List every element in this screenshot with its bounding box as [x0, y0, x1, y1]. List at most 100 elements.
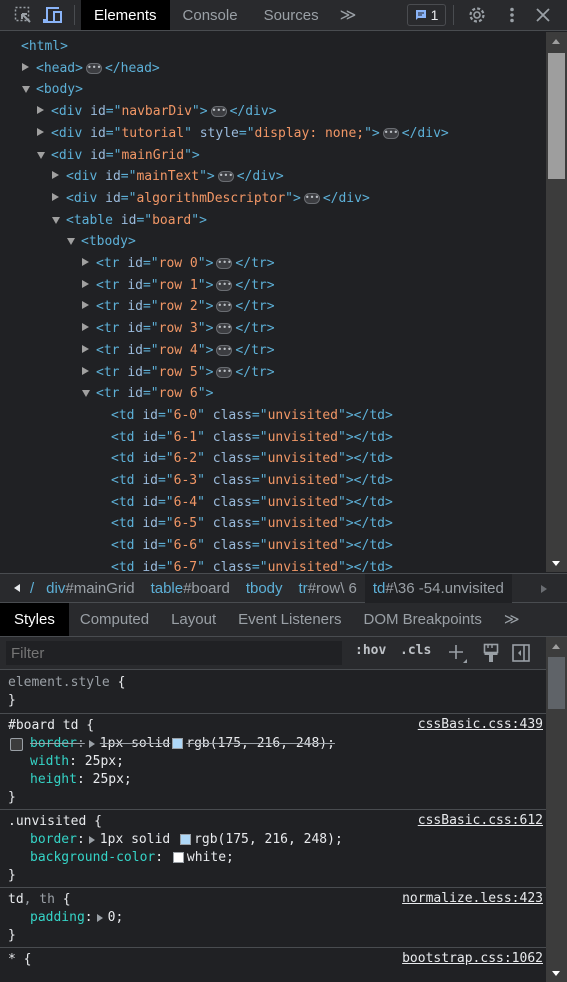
dom-node-line[interactable]: <tr id="row 2"> ••• </tr>: [82, 296, 275, 317]
property-checkbox[interactable]: [10, 738, 23, 751]
scroll-down-arrow-icon[interactable]: [552, 971, 560, 976]
expand-node-icon[interactable]: [82, 258, 89, 266]
ellipsis-expand-icon[interactable]: •••: [382, 127, 399, 139]
ellipsis-expand-icon[interactable]: •••: [216, 258, 233, 269]
color-swatch[interactable]: [172, 852, 184, 863]
source-link[interactable]: cssBasic.css:439: [418, 717, 543, 732]
expand-node-icon[interactable]: [82, 344, 89, 353]
tab-console[interactable]: Console: [170, 0, 251, 30]
expand-shorthand-icon[interactable]: [88, 739, 95, 748]
ellipsis-expand-icon[interactable]: •••: [303, 192, 320, 204]
dom-node-line[interactable]: <td id="6-3" class="unvisited"></td>: [111, 470, 393, 491]
property-border[interactable]: border: 1px solid rgb(175, 216, 248);: [8, 831, 546, 849]
color-swatch[interactable]: [172, 738, 184, 749]
tab-event-listeners[interactable]: Event Listeners: [227, 603, 352, 636]
expand-node-icon[interactable]: [82, 323, 89, 332]
tab-dom-breakpoints[interactable]: DOM Breakpoints: [353, 603, 493, 636]
paint-brush-icon[interactable]: [483, 643, 499, 666]
close-icon[interactable]: [531, 3, 555, 27]
breadcrumb-item-board[interactable]: table#board: [143, 574, 238, 603]
expand-node-icon[interactable]: [37, 127, 44, 136]
dom-node-line[interactable]: <div id="mainText"> ••• </div>: [52, 166, 284, 187]
expand-shorthand-icon[interactable]: [88, 835, 95, 844]
scroll-up-arrow-icon[interactable]: [552, 39, 560, 44]
breadcrumb-scroll-right-icon[interactable]: [541, 585, 547, 593]
breadcrumb-item-maingrid[interactable]: div#mainGrid: [38, 574, 142, 603]
breadcrumb-item-selected-td[interactable]: td#\36 -54.unvisited: [364, 573, 512, 603]
elements-tree[interactable]: <html> <head> ••• </head> <body> <div id="nav…: [0, 32, 546, 572]
dom-node-line[interactable]: <html>: [21, 36, 68, 57]
elements-scrollbar[interactable]: [546, 32, 567, 572]
rule-element-style[interactable]: element.style { }: [0, 670, 546, 714]
breadcrumb-item[interactable]: /: [30, 574, 38, 603]
styles-scrollbar[interactable]: [546, 637, 567, 982]
scrollbar-thumb[interactable]: [548, 53, 565, 179]
breadcrumb-item-row[interactable]: tr#row\ 6: [291, 574, 365, 603]
tab-layout[interactable]: Layout: [160, 603, 227, 636]
dom-node-line[interactable]: <body>: [22, 79, 83, 100]
ellipsis-expand-icon[interactable]: •••: [210, 106, 227, 118]
scroll-up-arrow-icon[interactable]: [552, 644, 560, 649]
ellipsis-expand-icon[interactable]: •••: [217, 171, 234, 183]
ellipsis-expand-icon[interactable]: •••: [216, 301, 233, 313]
breadcrumb-item-tbody[interactable]: tbody: [238, 574, 291, 603]
dom-node-line[interactable]: <td id="6-4" class="unvisited"></td>: [111, 492, 393, 513]
rule-unvisited[interactable]: .unvisited { cssBasic.css:612 border: 1px…: [0, 810, 546, 888]
filter-input[interactable]: [6, 641, 342, 665]
hov-toggle-button[interactable]: :hov: [355, 643, 386, 658]
dom-node-line[interactable]: <td id="6-5" class="unvisited"></td>: [111, 513, 393, 534]
collapse-node-icon[interactable]: [52, 216, 60, 224]
rule-td-th[interactable]: td, th { normalize.less:423 padding: 0; }: [0, 888, 546, 948]
ellipsis-expand-icon[interactable]: •••: [85, 62, 102, 74]
settings-gear-icon[interactable]: [465, 3, 489, 27]
device-toolbar-icon[interactable]: [38, 0, 68, 30]
dom-node-line[interactable]: <div id="tutorial" style="display: none;…: [37, 123, 449, 144]
property-height[interactable]: height: 25px;: [8, 771, 546, 789]
dom-node-line[interactable]: <div id="mainGrid">: [37, 145, 200, 166]
dom-node-line[interactable]: <div id="navbarDiv"> ••• </div>: [37, 101, 277, 122]
dom-node-line[interactable]: <div id="algorithmDescriptor"> ••• </div>: [52, 188, 370, 209]
tab-sources[interactable]: Sources: [251, 0, 332, 30]
ellipsis-expand-icon[interactable]: •••: [216, 366, 233, 378]
ellipsis-expand-icon[interactable]: •••: [216, 323, 233, 335]
dom-node-line[interactable]: <tr id="row 1"> ••• </tr>: [82, 275, 275, 296]
issues-button[interactable]: 1: [407, 4, 446, 26]
inspect-element-icon[interactable]: [8, 0, 38, 30]
collapse-node-icon[interactable]: [67, 238, 75, 246]
tab-computed[interactable]: Computed: [69, 603, 160, 636]
scroll-down-arrow-icon[interactable]: [552, 561, 560, 566]
rule-universal[interactable]: * { bootstrap.css:1062: [0, 948, 546, 971]
dom-node-line[interactable]: <tr id="row 4"> ••• </tr>: [82, 340, 275, 361]
tab-styles[interactable]: Styles: [0, 603, 69, 636]
source-link[interactable]: bootstrap.css:1062: [402, 951, 543, 966]
expand-node-icon[interactable]: [22, 62, 29, 71]
dom-node-line[interactable]: <td id="6-7" class="unvisited"></td>: [111, 557, 393, 572]
dom-node-line[interactable]: <head> ••• </head>: [22, 58, 160, 79]
dom-node-line[interactable]: <tr id="row 5"> ••• </tr>: [82, 362, 275, 383]
dom-node-line[interactable]: <td id="6-0" class="unvisited"></td>: [111, 405, 393, 426]
collapse-node-icon[interactable]: [22, 86, 30, 94]
expand-node-icon[interactable]: [82, 279, 89, 288]
dom-node-line[interactable]: <td id="6-1" class="unvisited"></td>: [111, 427, 393, 448]
dom-node-line[interactable]: <td id="6-2" class="unvisited"></td>: [111, 448, 393, 469]
dom-node-line[interactable]: <tbody>: [67, 231, 136, 252]
property-background-color[interactable]: background-color: white;: [8, 849, 546, 867]
expand-shorthand-icon[interactable]: [96, 913, 103, 922]
collapse-node-icon[interactable]: [37, 151, 45, 159]
property-width[interactable]: width: 25px;: [8, 753, 546, 771]
expand-node-icon[interactable]: [52, 171, 59, 180]
more-vertical-icon[interactable]: [500, 3, 524, 27]
rule-board-td[interactable]: #board td { cssBasic.css:439 border: 1px …: [0, 714, 546, 810]
breadcrumb-scroll-left-icon[interactable]: [14, 584, 20, 592]
ellipsis-expand-icon[interactable]: •••: [216, 344, 233, 356]
new-style-rule-icon[interactable]: [448, 644, 468, 667]
collapse-node-icon[interactable]: [82, 390, 90, 398]
cls-toggle-button[interactable]: .cls: [400, 643, 431, 658]
dom-node-line[interactable]: <td id="6-6" class="unvisited"></td>: [111, 535, 393, 556]
expand-node-icon[interactable]: [37, 106, 44, 115]
ellipsis-expand-icon[interactable]: •••: [216, 279, 233, 291]
expand-node-icon[interactable]: [82, 366, 89, 375]
dom-node-line[interactable]: <tr id="row 3"> ••• </tr>: [82, 318, 275, 339]
dom-node-line[interactable]: <tr id="row 6">: [82, 383, 213, 404]
dom-node-line[interactable]: <table id="board">: [52, 210, 207, 231]
